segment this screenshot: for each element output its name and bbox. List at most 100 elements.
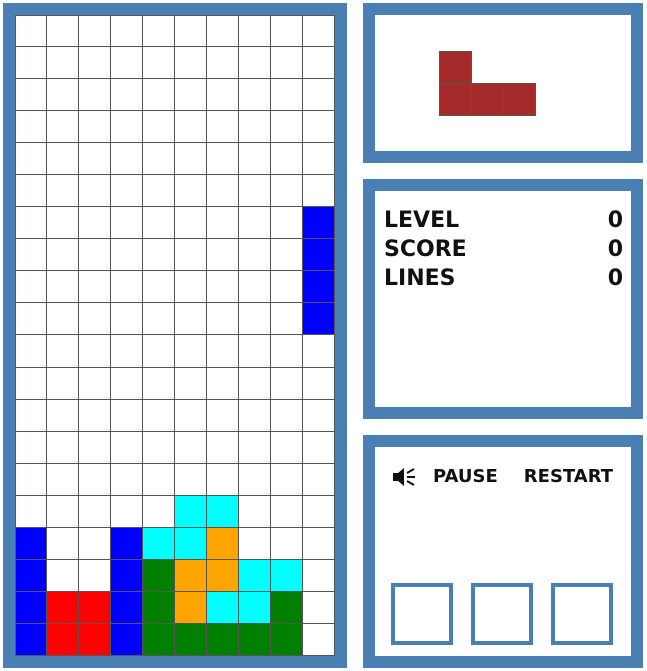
board-cell-empty: [175, 271, 207, 304]
board-cell-filled: [303, 303, 335, 336]
board-cell-filled: [303, 271, 335, 304]
control-box-1[interactable]: [391, 583, 453, 645]
board-cell-empty: [175, 303, 207, 336]
board-cell-filled: [15, 559, 47, 592]
board-cell-empty: [303, 79, 335, 112]
board-cell-empty: [271, 399, 303, 432]
board-cell-empty: [239, 495, 271, 528]
board-cell-empty: [15, 47, 47, 80]
board-cell-filled: [271, 591, 303, 624]
board-cell-filled: [207, 495, 239, 528]
board-cell-empty: [143, 111, 175, 144]
board-cell-empty: [175, 463, 207, 496]
board-cell-empty: [143, 79, 175, 112]
control-box-2[interactable]: [471, 583, 533, 645]
restart-button[interactable]: RESTART: [524, 466, 613, 488]
board-cell-empty: [15, 79, 47, 112]
board-cell-empty: [79, 335, 111, 368]
board-cell-empty: [207, 431, 239, 464]
board-cell-empty: [47, 207, 79, 240]
board-cell-empty: [15, 463, 47, 496]
board-cell-empty: [303, 335, 335, 368]
board-cell-empty: [175, 175, 207, 208]
board-cell-filled: [79, 591, 111, 624]
board-cell-filled: [15, 591, 47, 624]
board-cell-empty: [175, 335, 207, 368]
board-cell-empty: [15, 431, 47, 464]
board-cell-empty: [111, 143, 143, 176]
board-cell-filled: [239, 591, 271, 624]
next-piece-block: [503, 83, 536, 116]
board-cell-empty: [239, 47, 271, 80]
score-label: SCORE: [384, 237, 467, 262]
stats-panel: LEVEL 0 SCORE 0 LINES 0: [363, 179, 643, 419]
board-cell-empty: [271, 175, 303, 208]
board-cell-empty: [79, 527, 111, 560]
board-cell-empty: [143, 303, 175, 336]
board-cell-empty: [207, 335, 239, 368]
board-cell-empty: [239, 367, 271, 400]
lines-stat: LINES 0: [384, 266, 623, 292]
board-cell-empty: [79, 47, 111, 80]
board-cell-empty: [47, 111, 79, 144]
board-cell-empty: [79, 495, 111, 528]
board-cell-empty: [271, 495, 303, 528]
board-cell-empty: [15, 239, 47, 272]
board-cell-empty: [47, 495, 79, 528]
board-cell-empty: [79, 239, 111, 272]
board-cell-empty: [271, 527, 303, 560]
board-cell-filled: [111, 623, 143, 656]
board-cell-empty: [111, 207, 143, 240]
board-cell-empty: [111, 335, 143, 368]
board-cell-empty: [271, 367, 303, 400]
speaker-icon[interactable]: [391, 466, 417, 488]
board-cell-filled: [303, 239, 335, 272]
board-cell-empty: [207, 367, 239, 400]
board-cell-empty: [111, 303, 143, 336]
board-cell-empty: [15, 303, 47, 336]
board-cell-empty: [303, 175, 335, 208]
board-cell-empty: [207, 47, 239, 80]
board-cell-filled: [207, 623, 239, 656]
board-cell-empty: [143, 175, 175, 208]
board-cell-empty: [79, 559, 111, 592]
board-cell-empty: [207, 79, 239, 112]
board-cell-empty: [79, 79, 111, 112]
board-cell-empty: [47, 175, 79, 208]
game-board[interactable]: [15, 15, 335, 656]
board-cell-empty: [143, 271, 175, 304]
board-cell-filled: [79, 623, 111, 656]
board-cell-empty: [111, 111, 143, 144]
level-label: LEVEL: [384, 208, 460, 233]
board-cell-empty: [47, 367, 79, 400]
board-cell-filled: [143, 591, 175, 624]
board-cell-empty: [47, 79, 79, 112]
board-cell-empty: [47, 47, 79, 80]
board-cell-filled: [239, 559, 271, 592]
board-cell-filled: [143, 559, 175, 592]
board-cell-empty: [175, 15, 207, 48]
board-cell-empty: [207, 15, 239, 48]
board-cell-empty: [79, 111, 111, 144]
board-cell-empty: [79, 207, 111, 240]
controls-bar: PAUSE RESTART: [391, 466, 613, 488]
board-cell-empty: [143, 399, 175, 432]
board-cell-empty: [143, 239, 175, 272]
board-cell-empty: [207, 143, 239, 176]
board-cell-empty: [111, 271, 143, 304]
board-cell-filled: [175, 527, 207, 560]
board-cell-empty: [303, 623, 335, 656]
board-cell-empty: [303, 431, 335, 464]
board-cell-empty: [303, 591, 335, 624]
board-cell-empty: [79, 15, 111, 48]
control-box-3[interactable]: [551, 583, 613, 645]
next-piece-panel: [363, 3, 643, 163]
board-cell-empty: [47, 239, 79, 272]
board-cell-empty: [79, 431, 111, 464]
board-cell-empty: [239, 399, 271, 432]
board-cell-empty: [303, 495, 335, 528]
board-cell-empty: [271, 463, 303, 496]
board-cell-empty: [303, 111, 335, 144]
board-cell-empty: [239, 431, 271, 464]
pause-button[interactable]: PAUSE: [433, 466, 498, 488]
